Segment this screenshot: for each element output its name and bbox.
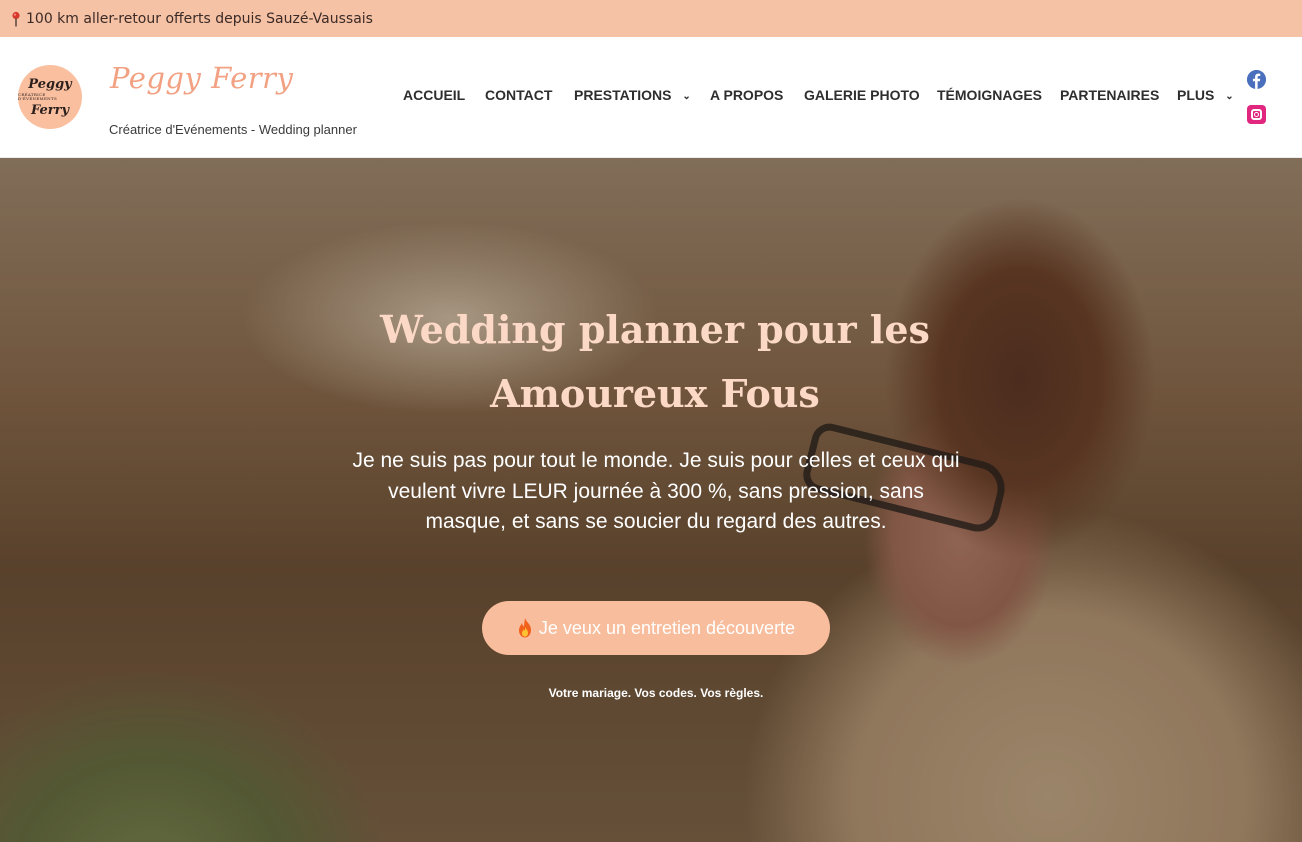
logo-word-ferry: Ferry [30,102,70,118]
facebook-icon[interactable] [1247,70,1266,89]
nav-item-contact[interactable]: CONTACT [485,87,552,103]
chevron-down-icon: ⌄ [1225,91,1234,102]
nav-item-accueil[interactable]: ACCUEIL [403,87,465,103]
brand-logo[interactable]: Peggy CRÉATRICE D'ÉVÉNEMENTS Ferry [18,65,82,129]
nav-item-plus[interactable]: PLUS ⌄ [1177,87,1234,103]
discovery-call-button[interactable]: Je veux un entretien découverte [482,601,830,655]
map-pin-icon [10,11,22,27]
nav-item-label: A PROPOS [710,87,784,103]
nav-item-label: TÉMOIGNAGES [937,87,1043,103]
site-title[interactable]: Peggy Ferry [110,61,293,95]
announcement-text: 100 km aller-retour offerts depuis Sauzé… [26,10,373,27]
instagram-icon[interactable] [1247,105,1266,124]
nav-item-label: PARTENAIRES [1060,87,1160,103]
hero-title: Wedding planner pour les Amoureux Fous [380,307,930,416]
nav-item-partenaires[interactable]: PARTENAIRES [1060,87,1159,103]
hero-intro: Je ne suis pas pour tout le monde. Je su… [352,449,960,533]
logo-subtitle: CRÉATRICE D'ÉVÉNEMENTS [18,91,57,101]
chevron-down-icon: ⌄ [682,91,691,102]
site-tagline: Créatrice d'Evénements - Wedding planner [109,122,357,137]
fire-icon [517,618,533,638]
nav-item-a-propos[interactable]: A PROPOS [710,87,783,103]
nav-item-temoignages[interactable]: TÉMOIGNAGES [937,87,1042,103]
nav-item-galerie-photo[interactable]: GALERIE PHOTO [804,87,920,103]
logo-word-peggy: Peggy [28,76,72,92]
nav-item-label: PLUS [1177,87,1215,103]
nav-item-label: CONTACT [485,87,553,103]
nav-item-prestations[interactable]: PRESTATIONS ⌄ [574,87,691,103]
announcement-bar: 100 km aller-retour offerts depuis Sauzé… [0,0,1302,37]
discovery-call-label: Je veux un entretien découverte [538,617,796,638]
hero-section: Wedding planner pour les Amoureux Fous J… [0,158,1302,842]
nav-item-label: PRESTATIONS [574,87,672,103]
site-header: Peggy CRÉATRICE D'ÉVÉNEMENTS Ferry Peggy… [0,37,1302,158]
instagram-lens [1254,112,1259,117]
nav-item-label: GALERIE PHOTO [804,87,920,103]
nav-item-label: ACCUEIL [403,87,466,103]
hero-tagline: Votre mariage. Vos codes. Vos règles. [548,686,764,700]
